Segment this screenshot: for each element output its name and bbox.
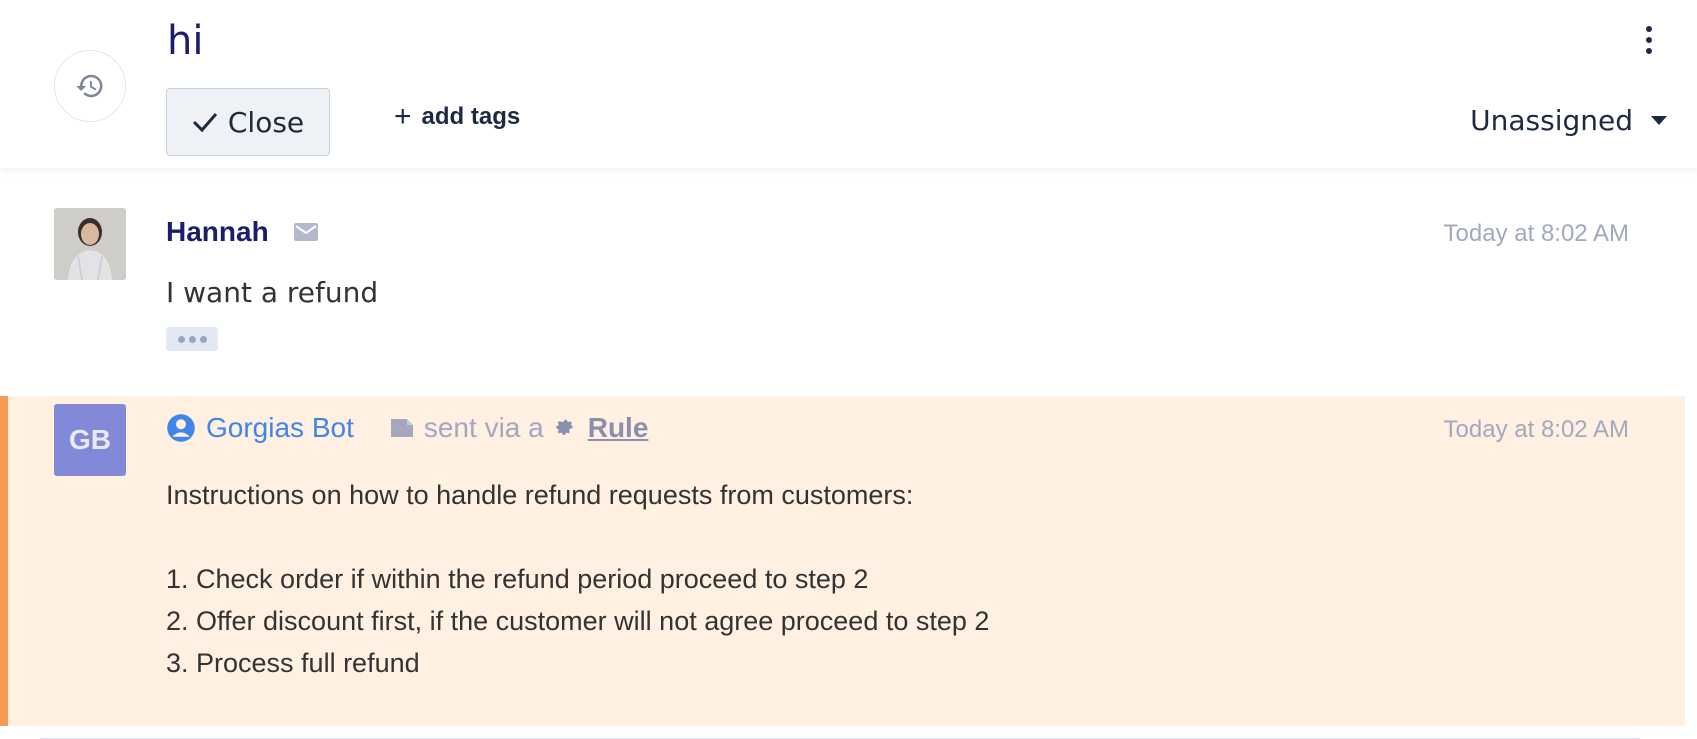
message-line: 3. Process full refund (166, 648, 420, 678)
message-line: 2. Offer discount first, if the customer… (166, 606, 990, 636)
close-ticket-button[interactable]: Close (166, 88, 330, 156)
message-body: Instructions on how to handle refund req… (166, 474, 989, 684)
assignee-dropdown[interactable]: Unassigned (1470, 104, 1667, 137)
add-tags-button[interactable]: + add tags (394, 102, 520, 132)
more-options-icon[interactable] (1640, 26, 1658, 54)
sender-name[interactable]: Gorgias Bot (206, 412, 354, 444)
message-line (166, 516, 989, 558)
caret-down-icon (1651, 116, 1667, 125)
ticket-header: hi Close + add tags Unassigned (0, 0, 1697, 168)
assignee-value: Unassigned (1470, 104, 1633, 137)
history-icon (76, 74, 103, 98)
avatar: GB (54, 404, 126, 476)
message-body: I want a refund (166, 276, 379, 309)
check-icon (192, 113, 217, 133)
sent-via-text: sent via a (423, 412, 544, 443)
sender-name[interactable]: Hannah (166, 216, 269, 248)
message-line: Instructions on how to handle refund req… (166, 480, 914, 510)
customer-message: Hannah Today at 8:02 AM I want a refund (0, 168, 1697, 396)
plus-icon: + (394, 100, 412, 133)
show-quoted-button[interactable] (166, 327, 218, 351)
rule-link[interactable]: Rule (588, 412, 649, 444)
message-line: 1. Check order if within the refund peri… (166, 564, 869, 594)
close-button-label: Close (227, 105, 305, 139)
message-timestamp: Today at 8:02 AM (1443, 220, 1629, 247)
message-timestamp: Today at 8:02 AM (1443, 416, 1629, 443)
gear-icon (556, 419, 573, 435)
mail-icon (294, 223, 318, 241)
note-icon (390, 419, 413, 437)
bot-sender-line: Gorgias Bot sent via a Rule (166, 412, 648, 444)
user-circle-icon (167, 414, 195, 442)
ticket-title[interactable]: hi (167, 18, 203, 64)
history-button[interactable] (54, 50, 126, 122)
avatar (54, 208, 126, 280)
internal-note-message: GB Gorgias Bot sent via a Rule Today at … (0, 396, 1685, 726)
add-tags-label: add tags (421, 103, 521, 130)
